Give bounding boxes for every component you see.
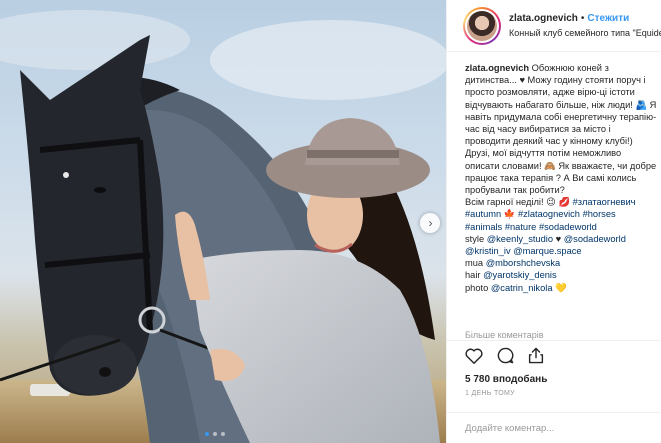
hashtag[interactable]: #nature	[505, 222, 537, 232]
hashtag[interactable]: #zlataognevich	[518, 209, 580, 219]
emoji: 😉	[546, 197, 556, 208]
carousel-dot	[221, 432, 225, 436]
avatar-image	[467, 10, 497, 41]
mention[interactable]: @mborshchevska	[486, 258, 561, 268]
hashtag[interactable]: #animals	[465, 222, 502, 232]
emoji: 💋	[558, 197, 571, 208]
comment-input[interactable]	[465, 422, 645, 434]
share-icon[interactable]	[528, 347, 544, 364]
credit-label: hair	[465, 270, 481, 281]
avatar[interactable]	[463, 6, 501, 45]
mention[interactable]: @kristin_iv	[465, 246, 511, 256]
action-bar	[465, 347, 544, 364]
caption-username[interactable]: zlata.ognevich	[465, 63, 529, 73]
carousel-dot	[205, 432, 209, 436]
credit-label: style	[465, 233, 485, 244]
caption: zlata.ognevich Обожнюю коней з дитинства…	[465, 62, 658, 334]
heart-emoji: ♥	[555, 233, 562, 244]
hashtag[interactable]: #autumn	[465, 209, 501, 219]
credit-label: mua	[465, 258, 484, 269]
photo-illustration	[0, 10, 446, 443]
emoji: 🍁	[503, 209, 516, 220]
hashtag[interactable]: #златаогневич	[573, 197, 636, 207]
follow-button[interactable]: Стежити	[587, 13, 629, 24]
header-username[interactable]: zlata.ognevich	[509, 13, 578, 24]
load-more-comments[interactable]: Більше коментарів	[465, 330, 655, 340]
post-header: zlata.ognevich • Стежити Конный клуб семей…	[447, 0, 661, 52]
mention[interactable]: @keenly_studio	[487, 234, 553, 244]
divider	[447, 340, 661, 341]
emoji: 🫂	[635, 99, 648, 110]
likes-count[interactable]: 5 780 вподобань	[465, 374, 547, 385]
hashtag[interactable]: #horses	[583, 209, 616, 219]
header-separator: •	[580, 12, 585, 24]
post-side-panel: zlata.ognevich • Стежити Конный клуб семей…	[446, 0, 661, 443]
mention[interactable]: @catrin_nikola	[491, 283, 553, 293]
post-timestamp[interactable]: 1 ДЕНЬ ТОМУ	[465, 390, 515, 397]
mention[interactable]: @sodadeworld	[564, 234, 626, 244]
carousel-dots	[205, 432, 225, 436]
carousel-dot	[213, 432, 217, 436]
mention[interactable]: @marque.space	[513, 246, 581, 256]
emoji: 🙈	[544, 160, 556, 171]
carousel-next-button[interactable]: ›	[420, 213, 440, 233]
heart-emoji: 💛	[555, 282, 567, 293]
chevron-right-icon: ›	[428, 216, 433, 230]
caption-text-4: Всім гарної неділі!	[465, 197, 544, 208]
like-heart-icon[interactable]	[465, 348, 483, 364]
comment-form	[447, 412, 661, 443]
hashtag[interactable]: #sodadeworld	[539, 222, 597, 232]
post-photo[interactable]: ›	[0, 0, 446, 443]
comment-icon[interactable]	[497, 347, 514, 364]
credit-label: photo	[465, 282, 489, 293]
mention[interactable]: @yarotskiy_denis	[483, 270, 557, 280]
location-link[interactable]: Конный клуб семейного типа "Equides	[509, 27, 661, 40]
